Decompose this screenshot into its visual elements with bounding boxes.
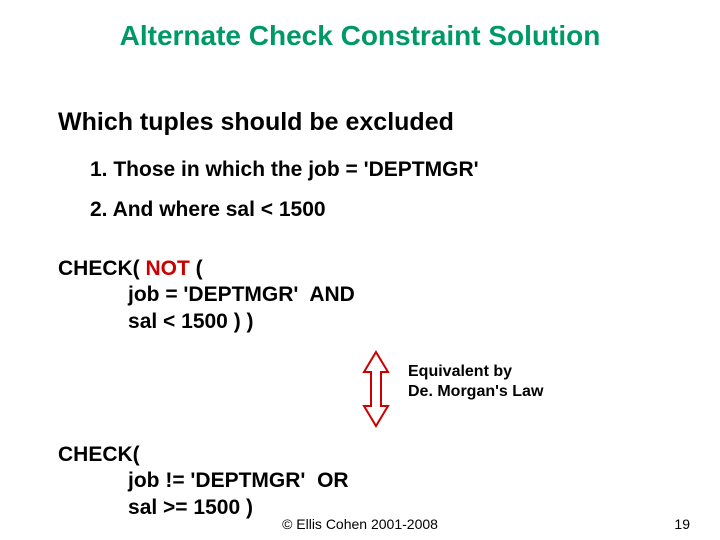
page-number: 19 (674, 516, 690, 532)
slide: Alternate Check Constraint Solution Whic… (0, 0, 720, 540)
equiv-line2: De. Morgan's Law (408, 382, 543, 402)
equivalence-label: Equivalent by De. Morgan's Law (408, 362, 543, 402)
code-text: job != 'DEPTMGR' OR (58, 469, 349, 492)
code-text: CHECK( (58, 257, 146, 280)
code-block-2: CHECK( job != 'DEPTMGR' OR sal >= 1500 ) (58, 442, 349, 521)
slide-title: Alternate Check Constraint Solution (0, 20, 720, 52)
double-arrow-icon (360, 350, 392, 428)
code-text: ( (190, 257, 203, 280)
code-text: sal < 1500 ) ) (58, 310, 254, 333)
copyright: © Ellis Cohen 2001-2008 (0, 516, 720, 532)
arrow-shape (364, 352, 388, 426)
list-item: 2. And where sal < 1500 (90, 198, 326, 222)
list-item: 1. Those in which the job = 'DEPTMGR' (90, 158, 479, 182)
code-block-1: CHECK( NOT ( job = 'DEPTMGR' AND sal < 1… (58, 256, 355, 335)
equiv-line1: Equivalent by (408, 362, 543, 382)
subheading: Which tuples should be excluded (58, 108, 454, 137)
not-keyword: NOT (146, 257, 190, 280)
code-text: job = 'DEPTMGR' AND (58, 283, 355, 306)
code-text: CHECK( (58, 443, 140, 466)
